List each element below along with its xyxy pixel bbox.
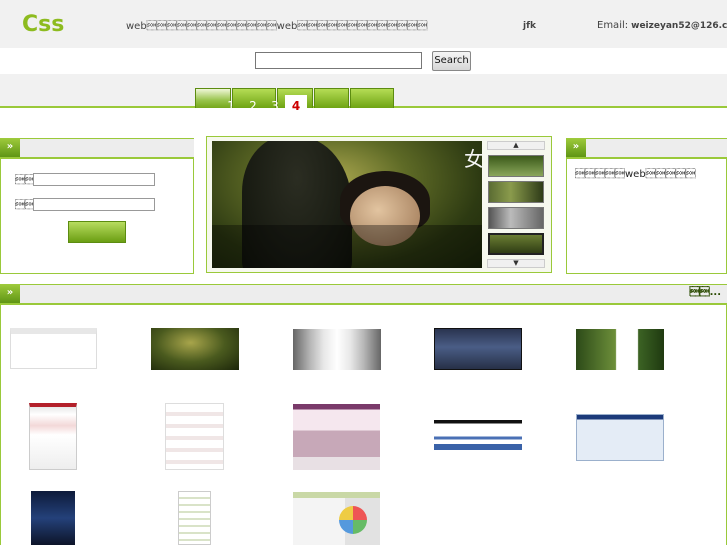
gallery-thumb-8[interactable]	[293, 404, 380, 470]
carousel-slide-image[interactable]: 女	[212, 141, 482, 268]
username-display[interactable]: jfk	[523, 21, 536, 31]
email-label: Email:	[597, 20, 629, 31]
login-panel-badge: »	[0, 138, 20, 157]
nav-tab-4[interactable]	[314, 88, 349, 108]
gallery-thumb-6[interactable]	[29, 403, 77, 470]
gallery-thumb-3[interactable]	[293, 329, 381, 370]
more-link[interactable]: ...	[690, 287, 721, 298]
intro-panel-badge: »	[566, 138, 586, 157]
gallery-thumb-7[interactable]	[165, 403, 224, 470]
carousel-down-arrow-icon[interactable]: ▼	[487, 259, 545, 268]
slide-number-bar	[212, 225, 482, 268]
carousel-number-3[interactable]: 3	[264, 95, 286, 117]
gallery-thumb-13-wheel	[339, 506, 367, 534]
nav-tab-5[interactable]	[350, 88, 394, 108]
site-slogan: webweb	[126, 21, 428, 32]
intro-text: web	[575, 169, 696, 180]
intro-panel-header	[566, 138, 727, 157]
search-button[interactable]: Search	[432, 51, 471, 71]
gallery-thumb-1[interactable]	[10, 328, 97, 369]
gallery-thumb-12[interactable]	[178, 491, 211, 545]
gallery-thumb-5[interactable]	[576, 329, 664, 370]
site-logo[interactable]: Css	[22, 12, 64, 37]
gallery-thumb-9[interactable]	[434, 420, 522, 450]
search-input[interactable]	[255, 52, 422, 69]
username-field[interactable]	[33, 173, 155, 186]
password-field[interactable]	[33, 198, 155, 211]
carousel-number-1[interactable]: 1	[220, 95, 242, 117]
login-panel-header	[0, 138, 194, 157]
carousel-up-arrow-icon[interactable]: ▲	[487, 141, 545, 150]
carousel-thumb-2[interactable]	[488, 181, 544, 203]
gallery-thumb-13[interactable]	[293, 492, 380, 545]
gallery-thumb-2[interactable]	[151, 328, 239, 370]
carousel-thumb-3[interactable]	[488, 207, 544, 229]
slide-overlay-glyph: 女	[464, 147, 482, 171]
gallery-thumb-11[interactable]	[31, 491, 75, 545]
carousel-number-2[interactable]: 2	[242, 95, 264, 117]
gallery-thumb-4[interactable]	[434, 328, 522, 370]
email-value: weizeyan52@126.com	[631, 21, 727, 31]
gallery-badge: »	[0, 284, 20, 303]
login-button[interactable]	[68, 221, 126, 243]
carousel-thumb-1[interactable]	[488, 155, 544, 177]
carousel-thumb-4[interactable]	[488, 233, 544, 255]
carousel-number-4[interactable]: 4	[285, 95, 307, 117]
email-info: Email:weizeyan52@126.com	[597, 20, 727, 31]
gallery-thumb-10[interactable]	[576, 414, 664, 461]
gallery-header	[0, 284, 727, 303]
